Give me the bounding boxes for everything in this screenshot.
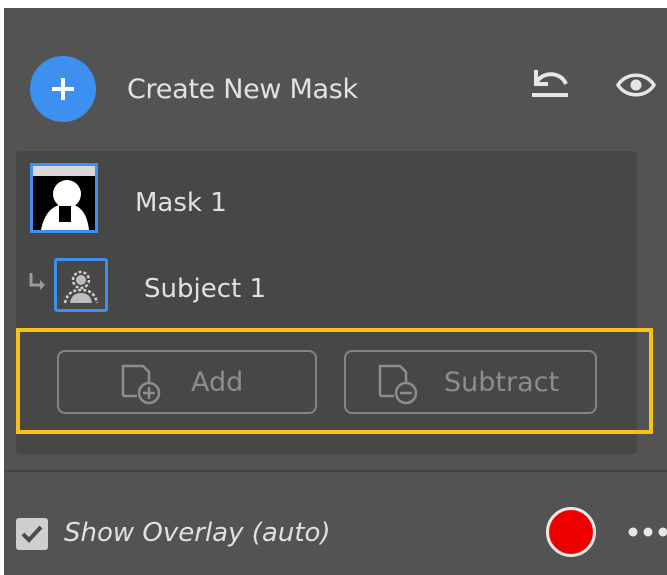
create-mask-button[interactable] — [30, 56, 96, 122]
overlay-color-swatch[interactable] — [546, 507, 596, 557]
mask-silhouette-icon — [33, 166, 95, 230]
subtract-mask-icon — [378, 364, 418, 405]
subtract-button[interactable]: Subtract — [344, 350, 597, 414]
mask-item-label[interactable]: Mask 1 — [135, 184, 227, 222]
add-mask-icon — [121, 364, 161, 405]
reset-icon[interactable] — [528, 64, 572, 100]
subject-item-label[interactable]: Subject 1 — [144, 270, 266, 308]
plus-icon — [52, 78, 74, 100]
mask-thumbnail[interactable] — [30, 163, 98, 233]
add-button-label: Add — [191, 367, 244, 398]
masks-panel: Create New Mask Mask 1 Subject 1 Add Sub… — [4, 8, 667, 575]
divider — [4, 470, 667, 472]
show-overlay-checkbox[interactable] — [16, 518, 48, 550]
eye-icon[interactable] — [616, 72, 656, 98]
checkmark-icon — [21, 525, 43, 543]
person-subject-icon — [63, 270, 99, 304]
more-horizontal-icon[interactable] — [624, 522, 667, 542]
show-overlay-label[interactable]: Show Overlay (auto) — [64, 514, 331, 552]
subject-thumbnail[interactable] — [54, 258, 108, 312]
subtract-button-label: Subtract — [444, 367, 560, 398]
add-button[interactable]: Add — [57, 350, 317, 414]
child-arrow-icon — [29, 273, 45, 290]
create-mask-label[interactable]: Create New Mask — [127, 70, 358, 110]
